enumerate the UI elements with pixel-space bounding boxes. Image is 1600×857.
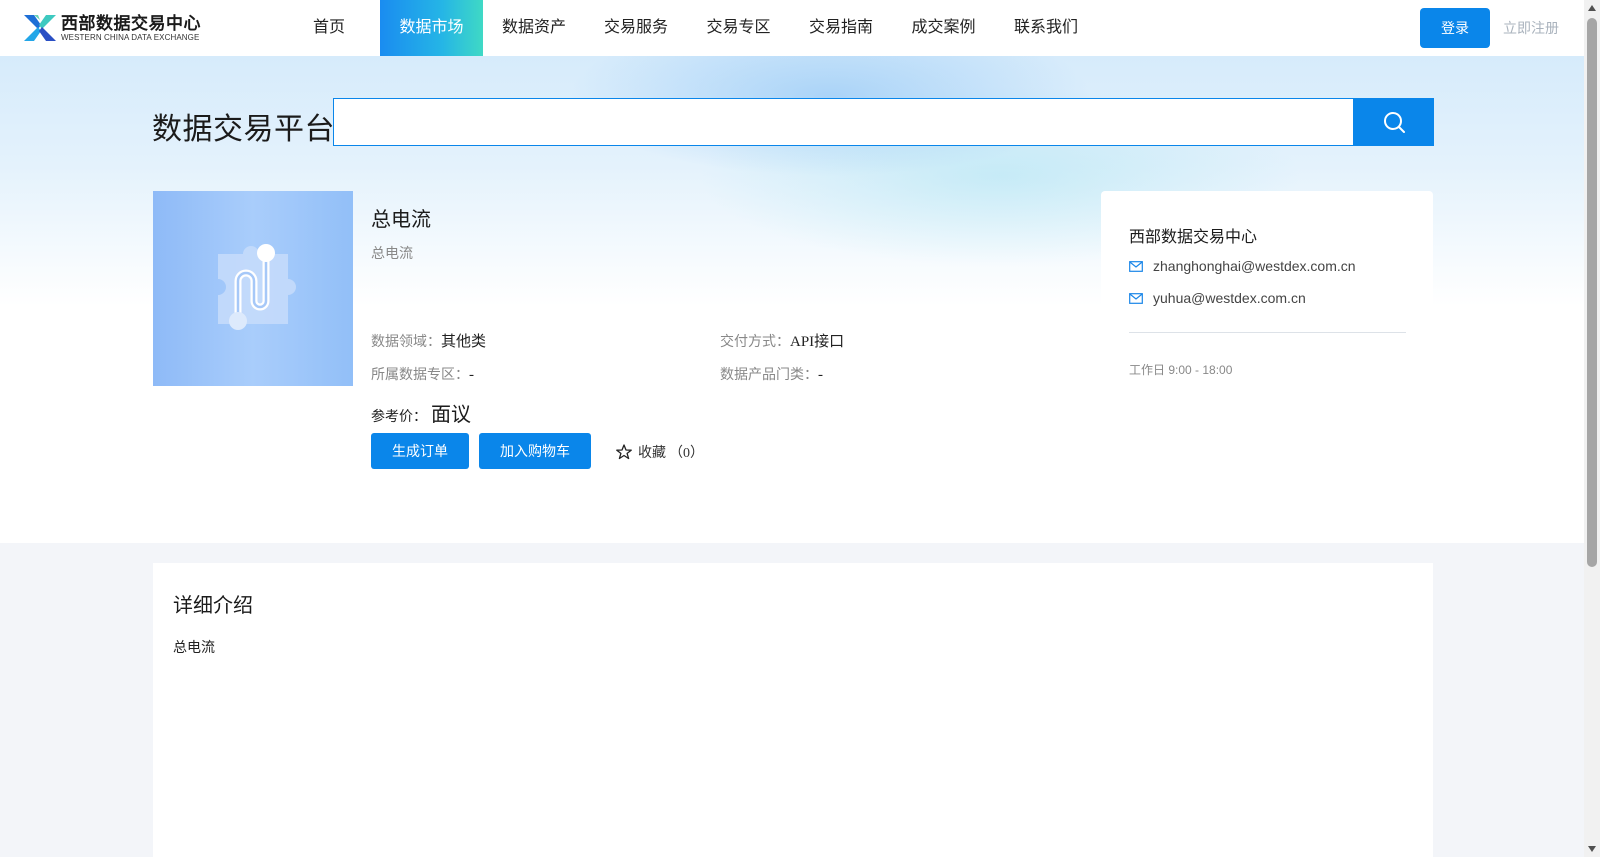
nav-item-trade-services[interactable]: 交易服务 bbox=[585, 0, 687, 56]
scroll-thumb[interactable] bbox=[1587, 18, 1597, 567]
contact-name: 西部数据交易中心 bbox=[1129, 229, 1258, 246]
site-logo[interactable]: 西部数据交易中心 WESTERN CHINA DATA EXCHANGE bbox=[24, 12, 201, 44]
meta-zone: 所属数据专区：- bbox=[371, 364, 474, 384]
top-header: 西部数据交易中心 WESTERN CHINA DATA EXCHANGE 首页 … bbox=[0, 0, 1584, 56]
star-icon bbox=[616, 444, 632, 460]
search-icon bbox=[1384, 112, 1405, 133]
product-title: 总电流 bbox=[371, 209, 431, 231]
logo-text: 西部数据交易中心 WESTERN CHINA DATA EXCHANGE bbox=[61, 14, 201, 43]
contact-email[interactable]: zhanghonghai@westdex.com.cn bbox=[1153, 258, 1356, 274]
register-link[interactable]: 立即注册 bbox=[1503, 18, 1559, 38]
working-hours: 工作日 9:00 - 18:00 bbox=[1129, 363, 1233, 377]
meta-zone-label: 所属数据专区： bbox=[371, 366, 469, 382]
divider bbox=[1129, 332, 1406, 333]
mail-icon bbox=[1129, 292, 1143, 304]
price-value: 面议 bbox=[431, 404, 471, 426]
meta-delivery: 交付方式：API接口 bbox=[720, 330, 844, 351]
detail-title: 详细介绍 bbox=[173, 595, 253, 617]
search-input[interactable] bbox=[333, 98, 1354, 146]
meta-category: 数据产品门类：- bbox=[720, 364, 823, 384]
nav-item-cases[interactable]: 成交案例 bbox=[892, 0, 995, 56]
nav-item-contact-us[interactable]: 联系我们 bbox=[995, 0, 1097, 56]
meta-category-label: 数据产品门类： bbox=[720, 366, 818, 382]
contact-email-row: yuhua@westdex.com.cn bbox=[1129, 290, 1306, 306]
price-row: 参考价： 面议 bbox=[371, 398, 471, 427]
favorite-count: （0） bbox=[669, 446, 704, 461]
detail-body: 总电流 bbox=[173, 639, 215, 655]
meta-delivery-value: API接口 bbox=[790, 334, 845, 350]
nav-item-trade-guide[interactable]: 交易指南 bbox=[790, 0, 892, 56]
add-to-cart-button[interactable]: 加入购物车 bbox=[479, 433, 591, 469]
logo-mark-icon bbox=[24, 15, 56, 41]
scroll-up-arrow-icon[interactable] bbox=[1587, 3, 1597, 13]
logo-subtitle: WESTERN CHINA DATA EXCHANGE bbox=[61, 32, 200, 42]
search-title: 数据交易平台 bbox=[152, 113, 335, 146]
meta-category-value: - bbox=[818, 367, 823, 383]
logo-title: 西部数据交易中心 bbox=[61, 13, 201, 33]
favorite-button[interactable]: 收藏 （0） bbox=[616, 442, 704, 462]
meta-domain-label: 数据领域： bbox=[371, 333, 441, 349]
product-image bbox=[153, 191, 353, 386]
price-label: 参考价： bbox=[371, 408, 427, 424]
meta-zone-value: - bbox=[469, 367, 474, 383]
contact-email[interactable]: yuhua@westdex.com.cn bbox=[1153, 290, 1306, 306]
detail-section: 详细介绍 总电流 bbox=[153, 563, 1433, 857]
meta-domain: 数据领域：其他类 bbox=[371, 330, 486, 351]
scroll-down-arrow-icon[interactable] bbox=[1587, 844, 1597, 854]
nav-item-data-market[interactable]: 数据市场 bbox=[380, 0, 483, 56]
puzzle-api-icon bbox=[218, 243, 296, 330]
main-nav: 首页 数据市场 数据资产 交易服务 交易专区 交易指南 成交案例 联系我们 bbox=[278, 0, 1097, 56]
contact-card: 西部数据交易中心 zhanghonghai@westdex.com.cn yuh… bbox=[1101, 191, 1433, 485]
meta-domain-value: 其他类 bbox=[441, 334, 487, 350]
product-subtitle: 总电流 bbox=[371, 245, 413, 261]
generate-order-button[interactable]: 生成订单 bbox=[371, 433, 469, 469]
page-scrollbar[interactable] bbox=[1584, 0, 1600, 857]
nav-item-trade-zone[interactable]: 交易专区 bbox=[687, 0, 790, 56]
meta-delivery-label: 交付方式： bbox=[720, 333, 790, 349]
contact-email-row: zhanghonghai@westdex.com.cn bbox=[1129, 258, 1356, 274]
login-button[interactable]: 登录 bbox=[1420, 8, 1490, 48]
nav-item-home[interactable]: 首页 bbox=[278, 0, 380, 56]
favorite-label: 收藏 bbox=[638, 444, 666, 460]
nav-item-data-assets[interactable]: 数据资产 bbox=[483, 0, 585, 56]
search-button[interactable] bbox=[1354, 98, 1434, 146]
mail-icon bbox=[1129, 260, 1143, 272]
